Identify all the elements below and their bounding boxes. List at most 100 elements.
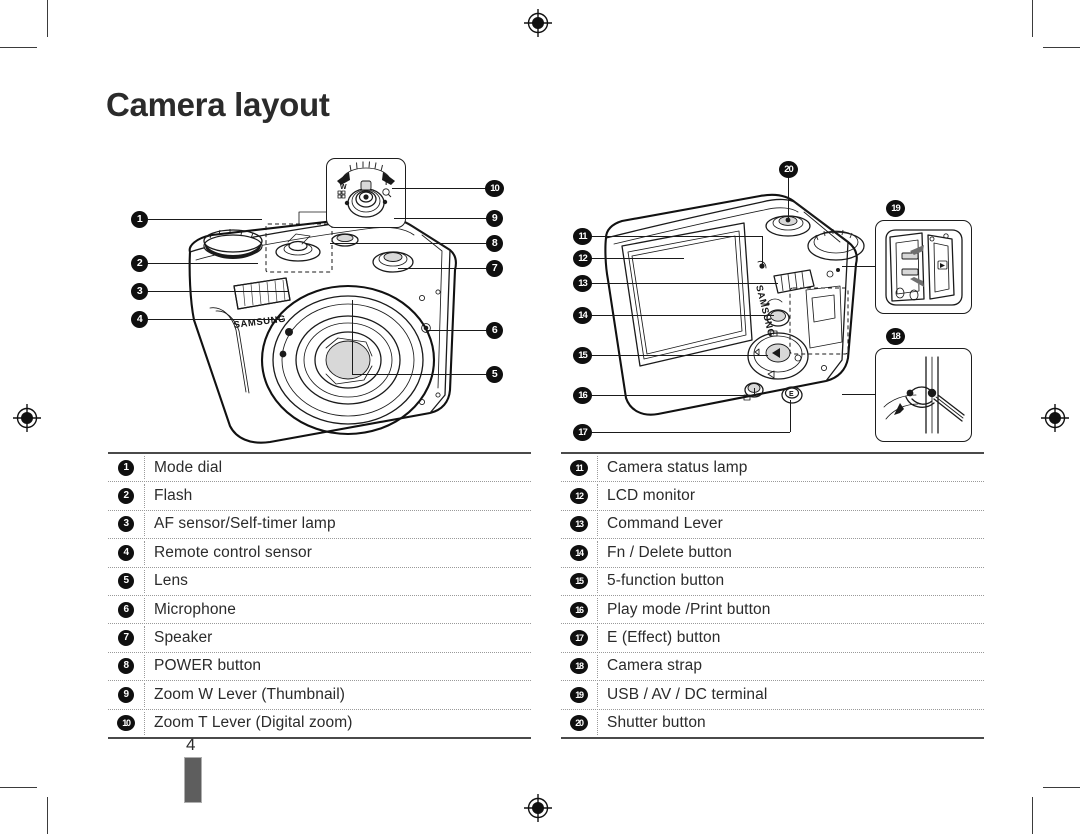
part-number-cell: 14 bbox=[561, 539, 597, 566]
callout-5: 5 bbox=[486, 366, 503, 383]
crop-mark-bottom-right-horizontal bbox=[1043, 787, 1080, 788]
part-number-badge: 5 bbox=[118, 573, 134, 590]
table-row: 14 Fn / Delete button bbox=[561, 539, 984, 568]
parts-table-left: 1 Mode dial 2 Flash 3 AF sensor/Self-timer la… bbox=[108, 452, 531, 739]
table-row: 2 Flash bbox=[108, 482, 531, 511]
part-number-cell: 20 bbox=[561, 710, 597, 737]
part-number-cell: 15 bbox=[561, 568, 597, 595]
part-number-cell: 2 bbox=[108, 482, 144, 509]
callout-14: 14 bbox=[573, 307, 592, 324]
callout-13: 13 bbox=[573, 275, 592, 292]
leader-17 bbox=[592, 432, 790, 433]
callout-7: 7 bbox=[486, 260, 503, 277]
part-label: Camera status lamp bbox=[607, 458, 748, 476]
callout-9: 9 bbox=[486, 210, 503, 227]
table-body-right: 11 Camera status lamp 12 LCD monitor 13 Comma… bbox=[561, 454, 984, 737]
part-number-badge: 3 bbox=[118, 516, 134, 533]
part-label: Camera strap bbox=[607, 657, 703, 675]
crop-mark-top-right-horizontal bbox=[1043, 47, 1080, 48]
column-divider bbox=[597, 711, 598, 735]
column-divider bbox=[597, 512, 598, 537]
column-divider bbox=[597, 541, 598, 565]
crop-mark-bottom-right-vertical bbox=[1032, 797, 1033, 834]
crop-mark-top-left-vertical bbox=[47, 0, 48, 37]
part-label: Play mode /Print button bbox=[607, 600, 771, 618]
table-row: 19 USB / AV / DC terminal bbox=[561, 681, 984, 710]
part-number-cell: 1 bbox=[108, 454, 144, 481]
table-row: 10 Zoom T Lever (Digital zoom) bbox=[108, 710, 531, 737]
callout-12: 12 bbox=[573, 250, 592, 267]
column-divider bbox=[144, 569, 145, 593]
callout-1: 1 bbox=[131, 211, 148, 228]
column-divider bbox=[597, 654, 598, 679]
part-label: Mode dial bbox=[154, 458, 223, 476]
part-label: Flash bbox=[154, 487, 193, 505]
column-divider bbox=[144, 683, 145, 707]
column-divider bbox=[144, 484, 145, 508]
part-label: LCD monitor bbox=[607, 487, 696, 505]
leader-4 bbox=[148, 319, 283, 320]
part-number-badge: 10 bbox=[117, 715, 135, 732]
part-label: USB / AV / DC terminal bbox=[607, 685, 768, 703]
figure-area: SAMSUNG W T 1 2 3 4 5 6 7 8 9 10 SAMSUNG… bbox=[0, 150, 1080, 450]
callout-10: 10 bbox=[485, 180, 504, 197]
part-label: AF sensor/Self-timer lamp bbox=[154, 515, 336, 533]
part-label: Command Lever bbox=[607, 515, 723, 533]
leader-1 bbox=[148, 219, 262, 220]
leader-16 bbox=[592, 395, 754, 396]
callout-20: 20 bbox=[779, 161, 798, 178]
part-number-badge: 7 bbox=[118, 630, 134, 647]
svg-text:E: E bbox=[789, 391, 794, 398]
leader-20-stem bbox=[788, 178, 789, 220]
column-divider bbox=[597, 683, 598, 707]
part-number-cell: 8 bbox=[108, 653, 144, 680]
table-row: 5 Lens bbox=[108, 568, 531, 596]
table-row: 18 Camera strap bbox=[561, 653, 984, 682]
part-number-badge: 14 bbox=[570, 544, 588, 561]
column-divider bbox=[597, 456, 598, 480]
table-rule-bottom bbox=[108, 736, 531, 739]
column-divider bbox=[144, 654, 145, 679]
leader-12 bbox=[592, 258, 684, 259]
column-divider bbox=[144, 597, 145, 622]
part-number-cell: 9 bbox=[108, 681, 144, 708]
part-number-badge: 2 bbox=[118, 488, 134, 505]
part-number-cell: 13 bbox=[561, 511, 597, 538]
part-number-cell: 17 bbox=[561, 624, 597, 651]
part-number-badge: 16 bbox=[570, 601, 588, 618]
part-number-cell: 16 bbox=[561, 596, 597, 623]
camera-front-view: SAMSUNG bbox=[150, 180, 480, 460]
part-number-badge: 13 bbox=[570, 516, 588, 533]
part-number-cell: 10 bbox=[108, 710, 144, 737]
callout-17: 17 bbox=[573, 424, 592, 441]
zoom-tele-label: T bbox=[384, 180, 389, 187]
page-number: 4 bbox=[186, 735, 196, 754]
registration-mark-top bbox=[523, 8, 553, 38]
part-label: Lens bbox=[154, 572, 189, 590]
table-row: 1 Mode dial bbox=[108, 454, 531, 483]
table-row: 17 E (Effect) button bbox=[561, 624, 984, 653]
column-divider bbox=[597, 626, 598, 650]
part-number-badge: 18 bbox=[570, 658, 588, 675]
part-number-badge: 11 bbox=[570, 459, 588, 476]
crop-mark-top-left-horizontal bbox=[0, 47, 37, 48]
leader-3 bbox=[148, 291, 289, 292]
callout-16: 16 bbox=[573, 387, 592, 404]
part-number-cell: 7 bbox=[108, 624, 144, 651]
crop-mark-bottom-left-vertical bbox=[47, 797, 48, 834]
page-title: Camera layout bbox=[106, 86, 330, 123]
manual-page: Camera layout SAMSUNG W T 1 2 3 4 5 6 7 … bbox=[0, 0, 1080, 834]
table-row: 12 LCD monitor bbox=[561, 482, 984, 511]
leader-11-stem bbox=[762, 236, 763, 266]
camera-strap-inset bbox=[875, 348, 972, 442]
part-number-cell: 19 bbox=[561, 681, 597, 708]
table-row: 4 Remote control sensor bbox=[108, 539, 531, 568]
table-row: 11 Camera status lamp bbox=[561, 454, 984, 483]
leader-10 bbox=[392, 188, 486, 189]
part-label: Zoom W Lever (Thumbnail) bbox=[154, 685, 346, 703]
part-number-cell: 11 bbox=[561, 454, 597, 481]
column-divider bbox=[144, 541, 145, 565]
part-number-badge: 1 bbox=[118, 459, 134, 476]
leader-5-stem bbox=[352, 300, 353, 374]
callout-4: 4 bbox=[131, 311, 148, 328]
